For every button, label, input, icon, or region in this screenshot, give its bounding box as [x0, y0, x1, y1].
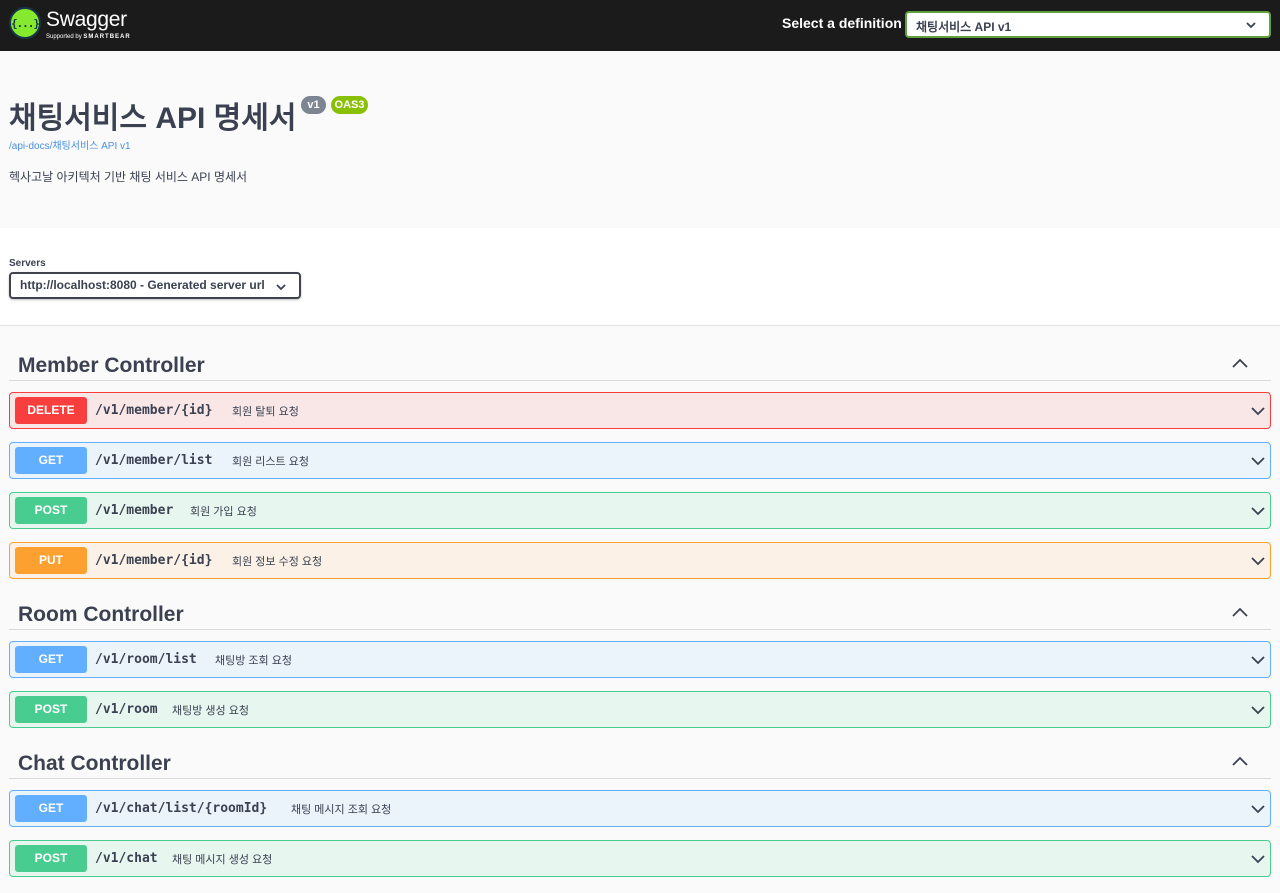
operation-post-room[interactable]: POST /v1/room 채팅방 생성 요청 — [9, 691, 1271, 728]
chevron-down-icon[interactable] — [1250, 851, 1266, 867]
logo-subtitle: Supported by SMARTBEAR — [46, 34, 131, 40]
method-badge: PUT — [15, 547, 87, 574]
method-badge: GET — [15, 646, 87, 673]
tag-title: Chat Controller — [18, 752, 171, 775]
topbar: {...} Swagger Supported by SMARTBEAR Sel… — [0, 0, 1280, 51]
chevron-down-icon[interactable] — [1250, 553, 1266, 569]
operation-summary: 회원 리스트 요청 — [232, 456, 309, 468]
operation-path: /v1/room/list — [95, 652, 197, 667]
version-badge: v1 — [301, 96, 326, 114]
definition-select[interactable]: 채팅서비스 API v1 — [905, 11, 1271, 38]
tag-header-member-controller[interactable]: Member Controller — [9, 343, 1271, 381]
chevron-down-icon[interactable] — [1250, 801, 1266, 817]
operation-get-room-list[interactable]: GET /v1/room/list 채팅방 조회 요청 — [9, 641, 1271, 678]
operation-path: /v1/member/{id} — [95, 553, 213, 568]
chevron-down-icon[interactable] — [1250, 453, 1266, 469]
operation-summary: 채팅방 조회 요청 — [215, 655, 292, 667]
method-badge: GET — [15, 447, 87, 474]
server-select[interactable]: http://localhost:8080 - Generated server… — [9, 272, 301, 299]
info-section: 채팅서비스 API 명세서 v1 OAS3 /api-docs/채팅서비스 AP… — [0, 51, 1280, 228]
operation-get-chat-list[interactable]: GET /v1/chat/list/{roomId} 채팅 메시지 조회 요청 — [9, 790, 1271, 827]
swagger-logo[interactable]: {...} Swagger Supported by SMARTBEAR — [9, 7, 139, 45]
operation-summary: 채팅방 생성 요청 — [172, 705, 249, 717]
tag-header-chat-controller[interactable]: Chat Controller — [9, 741, 1271, 779]
operation-get-member-list[interactable]: GET /v1/member/list 회원 리스트 요청 — [9, 442, 1271, 479]
method-badge: DELETE — [15, 397, 87, 424]
operation-path: /v1/chat — [95, 851, 158, 866]
operation-path: /v1/chat/list/{roomId} — [95, 801, 268, 816]
logo-text: Swagger — [46, 8, 127, 31]
chevron-down-icon — [1246, 22, 1256, 29]
chevron-down-icon[interactable] — [1250, 652, 1266, 668]
operation-path: /v1/room — [95, 702, 158, 717]
operation-post-member[interactable]: POST /v1/member 회원 가입 요청 — [9, 492, 1271, 529]
operation-path: /v1/member/{id} — [95, 403, 213, 418]
operation-post-chat[interactable]: POST /v1/chat 채팅 메시지 생성 요청 — [9, 840, 1271, 877]
method-badge: POST — [15, 845, 87, 872]
chevron-up-icon[interactable] — [1231, 605, 1249, 619]
operation-summary: 채팅 메시지 생성 요청 — [172, 854, 273, 866]
method-badge: GET — [15, 795, 87, 822]
server-select-value: http://localhost:8080 - Generated server… — [20, 278, 265, 292]
definition-label: Select a definition — [782, 15, 902, 31]
method-badge: POST — [15, 696, 87, 723]
definition-select-value: 채팅서비스 API v1 — [916, 20, 1012, 34]
tag-header-room-controller[interactable]: Room Controller — [9, 592, 1271, 630]
operation-summary: 채팅 메시지 조회 요청 — [291, 804, 392, 816]
chevron-up-icon[interactable] — [1231, 356, 1249, 370]
page-title: 채팅서비스 API 명세서 — [9, 102, 297, 135]
operation-put-member[interactable]: PUT /v1/member/{id} 회원 정보 수정 요청 — [9, 542, 1271, 579]
api-docs-link[interactable]: /api-docs/채팅서비스 API v1 — [9, 137, 131, 152]
chevron-down-icon — [276, 284, 286, 291]
chevron-down-icon[interactable] — [1250, 702, 1266, 718]
chevron-down-icon[interactable] — [1250, 403, 1266, 419]
api-description: 헥사고날 아키텍처 기반 채팅 서비스 API 명세서 — [9, 170, 248, 184]
operation-delete-member[interactable]: DELETE /v1/member/{id} 회원 탈퇴 요청 — [9, 392, 1271, 429]
swagger-logo-icon: {...} — [9, 7, 41, 39]
operation-path: /v1/member/list — [95, 453, 213, 468]
operation-path: /v1/member — [95, 503, 174, 518]
operation-summary: 회원 탈퇴 요청 — [232, 406, 299, 418]
servers-label: Servers — [9, 258, 46, 269]
operation-summary: 회원 정보 수정 요청 — [232, 556, 323, 568]
chevron-up-icon[interactable] — [1231, 754, 1249, 768]
servers-section: Servers http://localhost:8080 - Generate… — [0, 228, 1280, 326]
operation-summary: 회원 가입 요청 — [190, 506, 257, 518]
chevron-down-icon[interactable] — [1250, 503, 1266, 519]
method-badge: POST — [15, 497, 87, 524]
tag-title: Member Controller — [18, 354, 205, 377]
oas-badge: OAS3 — [331, 96, 368, 114]
tag-title: Room Controller — [18, 603, 184, 626]
